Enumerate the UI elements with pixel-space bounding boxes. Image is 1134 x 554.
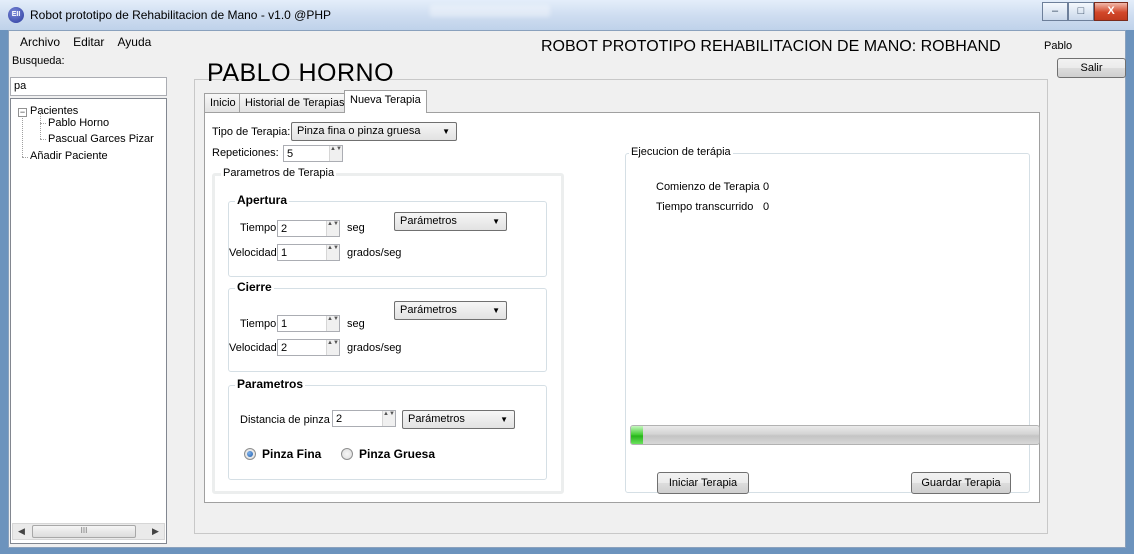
apertura-preset-value: Parámetros	[400, 215, 457, 227]
start-time-value: 0	[763, 181, 770, 193]
pinza-distance-value: 2	[336, 413, 343, 425]
start-time-label: Comienzo de Terapia	[656, 181, 760, 193]
tree-add-patient[interactable]: Añadir Paciente	[30, 150, 108, 162]
collapse-icon[interactable]: −	[18, 108, 27, 117]
apertura-group: Apertura Tiempo 2 ▲▼ seg Parámetros ▼ Ve…	[228, 193, 547, 277]
cierre-title: Cierre	[235, 280, 274, 294]
apertura-preset-select[interactable]: Parámetros ▼	[394, 212, 507, 231]
apertura-time-value: 2	[281, 223, 288, 235]
repetitions-label: Repeticiones:	[212, 147, 279, 159]
pinza-preset-select[interactable]: Parámetros ▼	[402, 410, 515, 429]
therapy-type-label: Tipo de Terapia:	[212, 126, 291, 138]
chevron-down-icon: ▼	[442, 127, 450, 136]
tree-patient-pablo[interactable]: Pablo Horno	[48, 117, 109, 129]
menu-ayuda[interactable]: Ayuda	[118, 35, 152, 49]
scroll-right-icon[interactable]: ▶	[147, 524, 164, 539]
apertura-speed-stepper[interactable]: 1 ▲▼	[277, 244, 340, 261]
therapy-parameters-title: Parametros de Terapia	[221, 167, 337, 179]
cierre-speed-value: 2	[281, 342, 288, 354]
scroll-thumb[interactable]: III	[32, 525, 136, 538]
tab-inicio[interactable]: Inicio	[204, 93, 242, 113]
chevron-down-icon: ▼	[500, 415, 508, 424]
cierre-speed-stepper[interactable]: 2 ▲▼	[277, 339, 340, 356]
window-client-area: Archivo Editar Ayuda ROBOT PROTOTIPO REH…	[8, 30, 1126, 548]
search-label: Busqueda:	[12, 55, 65, 67]
cierre-time-unit: seg	[347, 318, 365, 330]
patient-name-title: PABLO HORNO	[207, 59, 395, 87]
elapsed-time-value: 0	[763, 201, 770, 213]
menu-bar: Archivo Editar Ayuda	[20, 35, 161, 49]
apertura-title: Apertura	[235, 193, 290, 207]
apertura-time-label: Tiempo	[240, 222, 277, 234]
progress-fill	[631, 426, 644, 444]
chevron-down-icon: ▼	[492, 217, 500, 226]
window-title: Robot prototipo de Rehabilitacion de Man…	[30, 8, 332, 22]
cierre-speed-label: Velocidad	[229, 342, 277, 354]
apertura-time-stepper[interactable]: 2 ▲▼	[277, 220, 340, 237]
menu-editar[interactable]: Editar	[73, 35, 104, 49]
ghost-caption	[430, 5, 550, 17]
spin-arrows-icon[interactable]: ▲▼	[326, 245, 339, 260]
patient-tree: − Pacientes Pablo Horno Pascual Garces P…	[10, 98, 167, 544]
pinza-gruesa-label[interactable]: Pinza Gruesa	[359, 447, 435, 461]
cierre-preset-select[interactable]: Parámetros ▼	[394, 301, 507, 320]
pinza-parameters-title: Parametros	[235, 377, 306, 391]
chevron-down-icon: ▼	[492, 306, 500, 315]
pinza-distance-stepper[interactable]: 2 ▲▼	[332, 410, 396, 427]
app-window: EII Robot prototipo de Rehabilitacion de…	[0, 0, 1134, 554]
execution-title: Ejecucion de terápia	[629, 146, 733, 158]
cierre-time-value: 1	[281, 318, 288, 330]
therapy-parameters-group: Parametros de Terapia Apertura Tiempo 2 …	[212, 167, 564, 494]
cierre-speed-unit: grados/seg	[347, 342, 402, 354]
repetitions-value: 5	[287, 148, 294, 160]
save-therapy-button[interactable]: Guardar Terapia	[911, 472, 1011, 494]
tab-page-nueva-terapia: Tipo de Terapia: Pinza fina o pinza grue…	[204, 112, 1040, 503]
pinza-gruesa-radio[interactable]	[341, 448, 353, 460]
execution-group: Ejecucion de terápia Comienzo de Terapia…	[625, 146, 1040, 494]
therapy-type-select[interactable]: Pinza fina o pinza gruesa ▼	[291, 122, 457, 141]
pinza-preset-value: Parámetros	[408, 413, 465, 425]
apertura-speed-unit: grados/seg	[347, 247, 402, 259]
spin-arrows-icon[interactable]: ▲▼	[326, 316, 339, 331]
spin-arrows-icon[interactable]: ▲▼	[326, 340, 339, 355]
tab-historial[interactable]: Historial de Terapias	[239, 93, 351, 113]
minimize-button[interactable]: –	[1042, 2, 1068, 21]
apertura-time-unit: seg	[347, 222, 365, 234]
spin-arrows-icon[interactable]: ▲▼	[329, 146, 342, 161]
app-logo-icon: EII	[8, 7, 24, 23]
repetitions-stepper[interactable]: 5 ▲▼	[283, 145, 343, 162]
maximize-button[interactable]: □	[1068, 2, 1094, 21]
spin-arrows-icon[interactable]: ▲▼	[326, 221, 339, 236]
therapy-type-value: Pinza fina o pinza gruesa	[297, 125, 421, 137]
tab-strip: Inicio Historial de Terapias Nueva Terap…	[204, 90, 624, 113]
scroll-left-icon[interactable]: ◀	[13, 524, 30, 539]
start-therapy-button[interactable]: Iniciar Terapia	[657, 472, 749, 494]
search-input[interactable]: pa	[10, 77, 167, 96]
cierre-group: Cierre Parámetros ▼ Tiempo 1 ▲▼ seg Velo…	[228, 280, 547, 372]
current-user: Pablo	[1044, 40, 1073, 52]
cierre-time-stepper[interactable]: 1 ▲▼	[277, 315, 340, 332]
menu-archivo[interactable]: Archivo	[20, 35, 60, 49]
spin-arrows-icon[interactable]: ▲▼	[382, 411, 395, 426]
tree-horizontal-scrollbar[interactable]: ◀ III ▶	[12, 523, 165, 540]
cierre-preset-value: Parámetros	[400, 304, 457, 316]
tree-patient-pascual[interactable]: Pascual Garces Pizar	[48, 133, 154, 145]
apertura-speed-value: 1	[281, 247, 288, 259]
apertura-speed-label: Velocidad	[229, 247, 277, 259]
tree-root-pacientes[interactable]: Pacientes	[30, 105, 78, 117]
tab-nueva-terapia[interactable]: Nueva Terapia	[344, 90, 427, 113]
therapy-progress-bar	[630, 425, 1040, 445]
cierre-time-label: Tiempo	[240, 318, 277, 330]
pinza-fina-radio[interactable]	[244, 448, 256, 460]
logout-button[interactable]: Salir	[1057, 58, 1126, 78]
app-header-title: ROBOT PROTOTIPO REHABILITACION DE MANO: …	[541, 38, 1001, 55]
pinza-fina-label[interactable]: Pinza Fina	[262, 447, 321, 461]
close-button[interactable]: X	[1094, 2, 1128, 21]
pinza-distance-label: Distancia de pinza	[240, 414, 330, 426]
pinza-parameters-group: Parametros Distancia de pinza 2 ▲▼ Parám…	[228, 377, 547, 480]
title-bar: EII Robot prototipo de Rehabilitacion de…	[0, 0, 1134, 30]
elapsed-time-label: Tiempo transcurrido	[656, 201, 754, 213]
